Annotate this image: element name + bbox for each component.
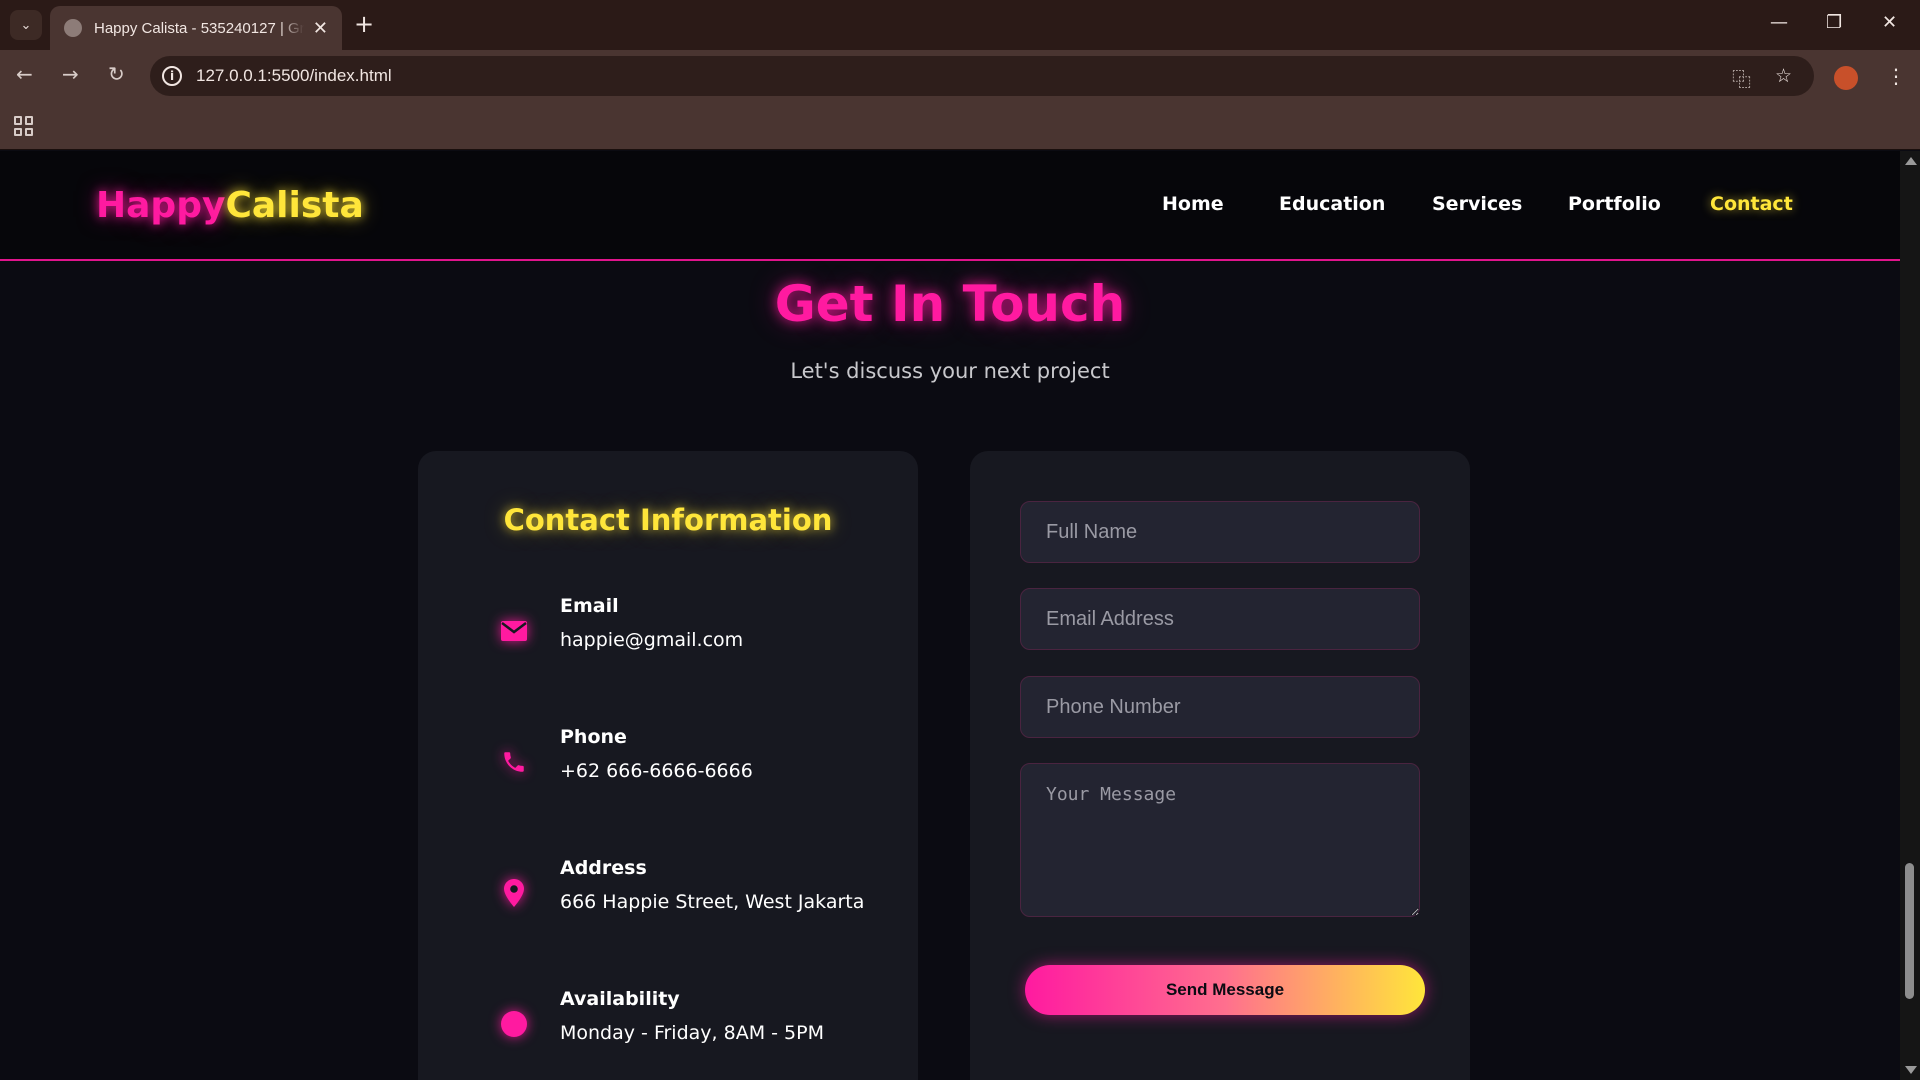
contact-form-card: Send Message	[970, 451, 1470, 1080]
contact-item-phone: Phone +62 666-6666-6666	[478, 726, 898, 796]
contact-item-label: Phone	[560, 726, 627, 748]
more-menu-icon[interactable]: ⋮	[1886, 64, 1906, 88]
bookmarks-bar	[0, 100, 1920, 150]
reload-icon[interactable]: ↻	[108, 62, 125, 86]
browser-tab-bar: ⌄ Happy Calista - 535240127 | Gr ✕ + — ❐…	[0, 0, 1920, 50]
scroll-down-arrow-icon[interactable]	[1905, 1066, 1917, 1074]
page-viewport: HappyCalista Home Education Services Por…	[0, 151, 1900, 1080]
scroll-thumb[interactable]	[1905, 863, 1914, 999]
phone-field[interactable]	[1020, 676, 1420, 738]
contact-info-card: Contact Information Email happie@gmail.c…	[418, 451, 918, 1080]
contact-info-title: Contact Information	[503, 503, 833, 537]
nav-education[interactable]: Education	[1279, 193, 1385, 215]
page-title: Get In Touch	[774, 275, 1126, 333]
site-header: HappyCalista Home Education Services Por…	[0, 151, 1900, 261]
nav-portfolio[interactable]: Portfolio	[1568, 193, 1661, 215]
contact-item-availability: Availability Monday - Friday, 8AM - 5PM	[478, 988, 898, 1058]
apps-grid-icon[interactable]	[14, 116, 34, 136]
email-field[interactable]	[1020, 588, 1420, 650]
location-pin-icon	[498, 877, 530, 909]
contact-item-label: Availability	[560, 988, 680, 1010]
tab-title: Happy Calista - 535240127 | Gr	[94, 19, 304, 37]
contact-item-value: happie@gmail.com	[560, 629, 744, 651]
contact-item-value: +62 666-6666-6666	[560, 760, 753, 782]
phone-icon	[498, 746, 530, 778]
globe-icon	[64, 19, 82, 37]
forward-icon[interactable]: →	[62, 62, 79, 86]
logo-part-happy: Happy	[96, 185, 226, 226]
translate-icon[interactable]: ⿻	[1732, 65, 1751, 92]
contact-item-email: Email happie@gmail.com	[478, 595, 898, 665]
site-info-icon[interactable]: i	[162, 66, 182, 86]
scroll-up-arrow-icon[interactable]	[1905, 157, 1917, 165]
new-tab-button[interactable]: +	[354, 12, 374, 36]
profile-avatar[interactable]	[1834, 66, 1858, 90]
tab-list-button[interactable]: ⌄	[10, 10, 42, 40]
address-bar[interactable]: i 127.0.0.1:5500/index.html ⿻ ☆	[150, 56, 1814, 96]
contact-item-label: Address	[560, 857, 647, 879]
send-message-button[interactable]: Send Message	[1025, 965, 1425, 1015]
browser-tab[interactable]: Happy Calista - 535240127 | Gr ✕	[50, 6, 342, 50]
page-subtitle: Let's discuss your next project	[790, 359, 1110, 383]
window-close-icon[interactable]: ✕	[1882, 12, 1897, 33]
page-scrollbar[interactable]	[1900, 151, 1920, 1080]
message-field[interactable]	[1020, 763, 1420, 917]
site-logo[interactable]: HappyCalista	[96, 185, 364, 226]
url-text: 127.0.0.1:5500/index.html	[196, 66, 392, 85]
restore-icon[interactable]: ❐	[1826, 12, 1842, 33]
close-tab-icon[interactable]: ✕	[313, 18, 328, 39]
contact-item-value: Monday - Friday, 8AM - 5PM	[560, 1022, 824, 1044]
nav-home[interactable]: Home	[1162, 193, 1224, 215]
nav-contact[interactable]: Contact	[1710, 193, 1793, 215]
bookmark-star-icon[interactable]: ☆	[1775, 65, 1792, 87]
full-name-field[interactable]	[1020, 501, 1420, 563]
nav-services[interactable]: Services	[1432, 193, 1522, 215]
contact-item-label: Email	[560, 595, 619, 617]
minimize-icon[interactable]: —	[1770, 12, 1788, 33]
dot-icon	[498, 1008, 530, 1040]
contact-item-address: Address 666 Happie Street, West Jakarta	[478, 857, 898, 927]
browser-toolbar: ← → ↻ i 127.0.0.1:5500/index.html ⿻ ☆ ⋮	[0, 50, 1920, 100]
contact-item-value: 666 Happie Street, West Jakarta	[560, 891, 865, 913]
envelope-icon	[498, 615, 530, 647]
logo-part-calista: Calista	[225, 185, 364, 226]
back-icon[interactable]: ←	[16, 62, 33, 86]
